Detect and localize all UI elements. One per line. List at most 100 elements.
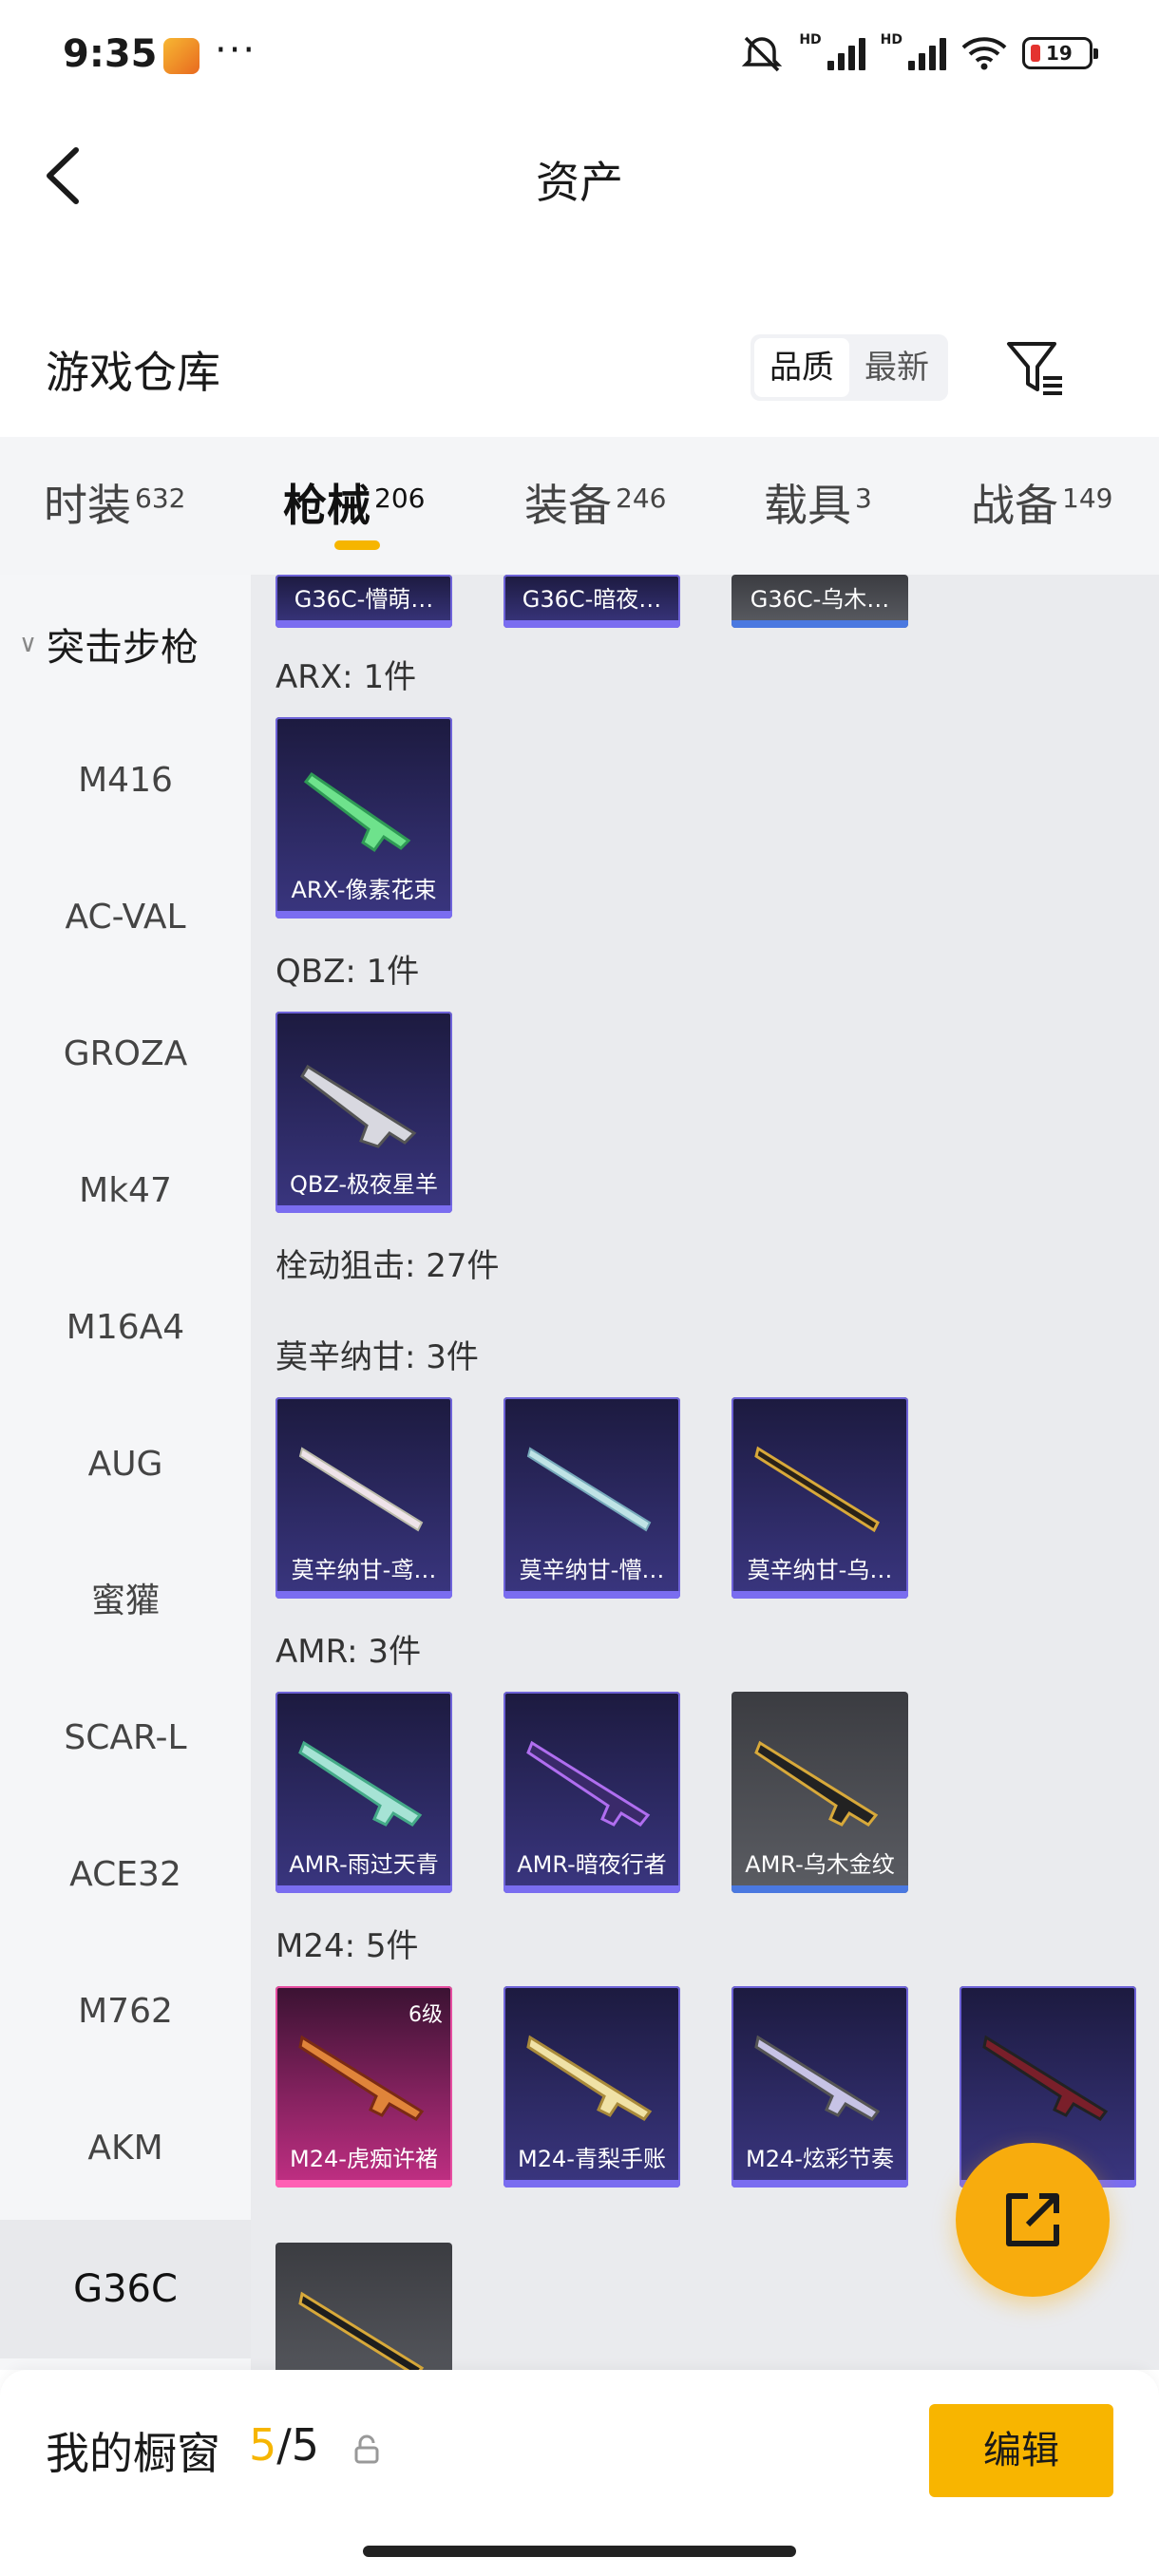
tab-count: 206 <box>374 483 426 514</box>
skin-name: AMR-雨过天青 <box>289 1851 439 1878</box>
showcase-count-total: /5 <box>276 2419 320 2471</box>
sidebar-item-g36c[interactable]: G36C <box>0 2220 251 2358</box>
skin-card[interactable]: 6级 M24-虎痴许褚 <box>276 1986 452 2188</box>
skin-card[interactable]: G36C-乌木… <box>732 575 908 628</box>
section-title: 游戏仓库 <box>46 347 220 398</box>
mute-icon <box>742 36 783 72</box>
rifle-icon <box>982 2035 1109 2121</box>
share-button[interactable] <box>956 2143 1110 2297</box>
skin-name: G36C-懵萌… <box>294 586 434 613</box>
skin-card[interactable]: M24-炫彩节奏 <box>732 1986 908 2188</box>
share-external-icon <box>1006 2193 1059 2246</box>
group-title-arx: ARX: 1件 <box>276 658 417 696</box>
sort-quality-option[interactable]: 品质 <box>754 338 849 397</box>
skin-card[interactable]: G36C-暗夜… <box>504 575 680 628</box>
showcase-label: 我的橱窗 <box>46 2428 220 2479</box>
skin-name: QBZ-极夜星羊 <box>289 1171 439 1198</box>
skin-card[interactable]: AMR-雨过天青 <box>276 1692 452 1893</box>
tab-fashion[interactable]: 时装 632 <box>44 471 185 534</box>
rifle-icon <box>526 2035 653 2121</box>
tab-label: 枪械 <box>283 480 370 531</box>
rifle-icon <box>298 2035 425 2121</box>
tab-vehicles[interactable]: 载具 3 <box>764 471 872 534</box>
rifle-icon <box>298 1740 423 1827</box>
skin-name: M24-炫彩节奏 <box>746 2146 894 2172</box>
skin-name: G36C-乌木… <box>750 586 890 613</box>
battery-level: 19 <box>1046 42 1073 65</box>
tab-equipment[interactable]: 装备 246 <box>524 471 666 534</box>
group-title-qbz: QBZ: 1件 <box>276 953 420 991</box>
tab-label: 战备 <box>971 480 1058 531</box>
group-title-amr: AMR: 3件 <box>276 1633 422 1671</box>
skin-name: 莫辛纳甘-鸢… <box>291 1557 437 1583</box>
active-tab-indicator <box>334 540 380 550</box>
skin-card[interactable]: ARX-像素花束 <box>276 717 452 919</box>
skin-card[interactable]: 莫辛纳甘-懵… <box>504 1397 680 1599</box>
section-header: 游戏仓库 品质 最新 <box>0 313 1159 427</box>
skin-card[interactable]: 莫辛纳甘-乌… <box>732 1397 908 1599</box>
sidebar-item-mk47[interactable]: Mk47 <box>0 1129 251 1253</box>
battery-icon: 19 <box>1022 37 1098 69</box>
rifle-icon <box>303 771 411 853</box>
tab-count: 632 <box>135 483 186 514</box>
weapon-list: G36C-懵萌… G36C-暗夜… G36C-乌木… ARX: 1件 ARX-像… <box>251 575 1159 2370</box>
hd-label-2: HD <box>880 32 902 47</box>
sidebar-category[interactable]: ∨ 突击步枪 <box>19 616 199 672</box>
sidebar-item-honey-badger[interactable]: 蜜獾 <box>0 1540 251 1663</box>
showcase-count: 5/5 <box>249 2419 319 2471</box>
wifi-icon <box>961 37 1007 70</box>
rifle-icon <box>754 2035 881 2121</box>
edit-button[interactable]: 编辑 <box>929 2404 1113 2497</box>
rifle-icon <box>754 1740 879 1827</box>
hd-label: HD <box>799 32 822 47</box>
sidebar-item-m762[interactable]: M762 <box>0 1950 251 2074</box>
showcase-count-current: 5 <box>249 2419 277 2471</box>
home-indicator <box>363 2546 796 2557</box>
skin-name: M24-虎痴许褚 <box>290 2146 438 2172</box>
skin-card[interactable]: AMR-暗夜行者 <box>504 1692 680 1893</box>
signal-icon <box>826 36 865 70</box>
skin-card[interactable]: G36C-懵萌… <box>276 575 452 628</box>
tab-count: 3 <box>855 483 872 514</box>
sidebar-item-ace32[interactable]: ACE32 <box>0 1813 251 1937</box>
rifle-icon <box>298 2291 425 2370</box>
skin-name: AMR-暗夜行者 <box>517 1851 667 1878</box>
skin-card[interactable]: AMR-乌木金纹 <box>732 1692 908 1893</box>
category-tabs: 时装 632 枪械 206 装备 246 载具 3 战备 149 <box>0 437 1159 575</box>
sort-newest-option[interactable]: 最新 <box>849 338 944 397</box>
skin-name: AMR-乌木金纹 <box>745 1851 895 1878</box>
tab-supplies[interactable]: 战备 149 <box>971 471 1112 534</box>
tab-label: 时装 <box>44 480 131 531</box>
group-title-bolt: 栓动狙击: 27件 <box>276 1247 500 1285</box>
weapon-sidebar: ∨ 突击步枪 M416 AC-VAL GROZA Mk47 M16A4 AUG … <box>0 575 251 2370</box>
rifle-icon <box>526 1740 651 1827</box>
tab-label: 载具 <box>764 480 851 531</box>
sidebar-item-scar-l[interactable]: SCAR-L <box>0 1676 251 1800</box>
sort-toggle: 品质 最新 <box>750 334 948 401</box>
lock-icon <box>354 2434 379 2464</box>
sidebar-item-akm[interactable]: AKM <box>0 2087 251 2210</box>
tab-guns[interactable]: 枪械 206 <box>283 471 425 534</box>
sidebar-item-m416[interactable]: M416 <box>0 719 251 843</box>
skin-name: G36C-暗夜… <box>522 586 662 613</box>
filter-icon[interactable] <box>1003 336 1066 399</box>
tab-count: 149 <box>1062 483 1113 514</box>
sidebar-item-ac-val[interactable]: AC-VAL <box>0 856 251 979</box>
sidebar-item-groza[interactable]: GROZA <box>0 993 251 1116</box>
skin-name: 莫辛纳甘-乌… <box>747 1557 893 1583</box>
skin-card[interactable]: 莫辛纳甘-鸢… <box>276 1397 452 1599</box>
tab-label: 装备 <box>524 480 612 531</box>
skin-name: ARX-像素花束 <box>291 877 437 903</box>
more-notifications-icon: ··· <box>215 28 257 72</box>
skin-card[interactable]: QBZ-极夜星羊 <box>276 1012 452 1213</box>
group-title-m24: M24: 5件 <box>276 1927 419 1965</box>
skin-card[interactable]: M24-青梨手账 <box>504 1986 680 2188</box>
clock: 9:35 <box>63 32 158 76</box>
sidebar-item-m16a4[interactable]: M16A4 <box>0 1266 251 1390</box>
status-bar: 9:35 ··· HD HD 19 <box>0 0 1159 114</box>
skin-card[interactable] <box>276 2243 452 2370</box>
tab-count: 246 <box>616 483 667 514</box>
rifle-icon <box>298 1447 424 1532</box>
sidebar-item-aug[interactable]: AUG <box>0 1403 251 1526</box>
skin-name: 莫辛纳甘-懵… <box>519 1557 665 1583</box>
